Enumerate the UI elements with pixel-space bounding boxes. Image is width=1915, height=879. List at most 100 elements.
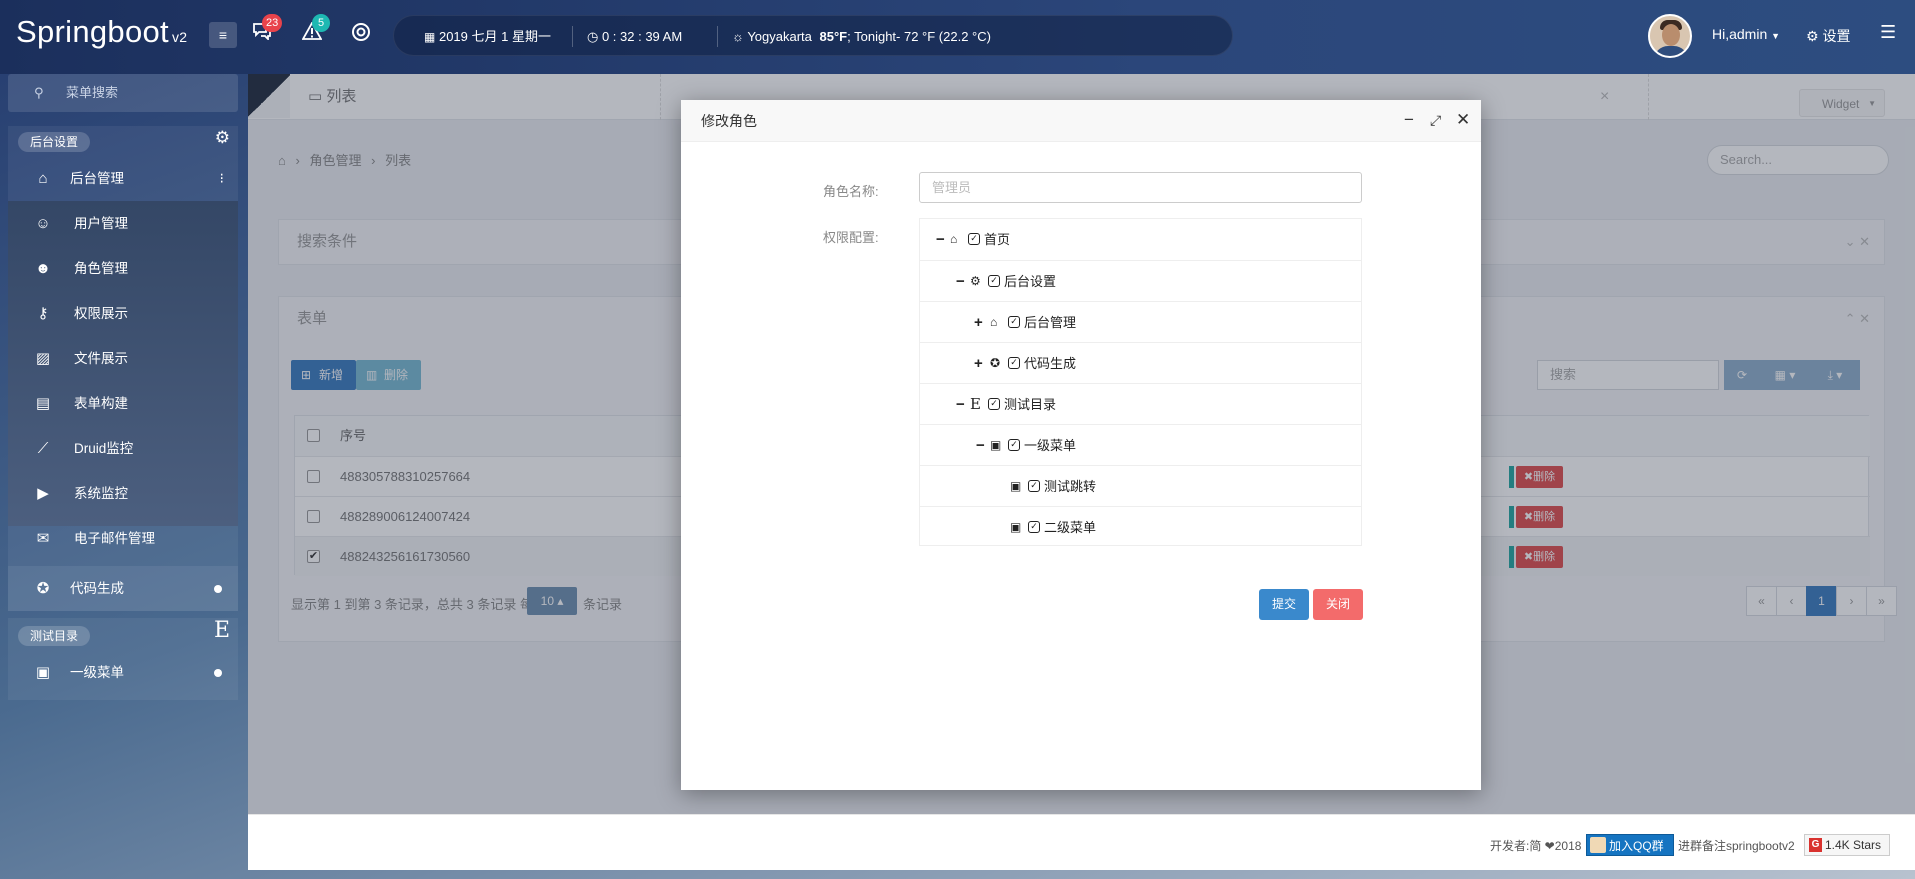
qq-label: 加入QQ群 xyxy=(1609,839,1664,853)
tree-node-test-dir[interactable]: − E ✓ 测试目录 xyxy=(920,383,1361,424)
stars-badge[interactable]: G 1.4K Stars xyxy=(1804,834,1890,856)
tree-node-level2-menu[interactable]: ▣ ✓ 二级菜单 xyxy=(920,506,1361,547)
sidebar-item-label: 后台管理 xyxy=(70,171,124,186)
sidebar-item-system-monitor[interactable]: ▶ 系统监控 xyxy=(8,471,238,516)
settings-link[interactable]: ⚙ 设置 xyxy=(1806,26,1850,46)
time-text: 0 : 32 : 39 AM xyxy=(601,29,683,44)
checkbox-checked-icon[interactable]: ✓ xyxy=(1028,480,1040,492)
sidebar-item-permissions[interactable]: ⚷ 权限展示 xyxy=(8,291,238,336)
time-display: ◷ 0 : 32 : 39 AM xyxy=(587,16,682,57)
user-menu[interactable]: Hi,admin ▼ xyxy=(1712,26,1780,42)
date-text: 2019 七月 1 星期一 xyxy=(438,29,551,44)
sidebar-search-placeholder: 菜单搜索 xyxy=(66,85,119,100)
developer-credit: 开发者:简 ❤2018 xyxy=(1490,839,1582,853)
calendar-icon: ▦ xyxy=(424,30,436,44)
tree-node-label: 后台设置 xyxy=(1004,274,1057,289)
sidebar-item-label: 系统监控 xyxy=(74,486,128,501)
role-name-input[interactable]: 管理员 xyxy=(919,172,1362,203)
brand-version: v2 xyxy=(171,29,188,45)
sidebar-group-test: 测试目录 E ▣ 一级菜单 xyxy=(8,618,238,700)
alerts-button[interactable]: 5 xyxy=(301,14,330,45)
sidebar-item-label: 用户管理 xyxy=(74,216,128,231)
rebel-icon: ✪ xyxy=(990,356,1001,370)
expand-icon[interactable]: + xyxy=(974,343,983,384)
tree-node-label: 测试目录 xyxy=(1004,397,1057,412)
tree-node-test-jump[interactable]: ▣ ✓ 测试跳转 xyxy=(920,465,1361,506)
maximize-icon[interactable]: ⤢ xyxy=(1430,112,1441,129)
submit-button[interactable]: 提交 xyxy=(1259,589,1309,620)
sidebar-group-label: 后台设置 xyxy=(18,132,91,152)
tree-node-level1-menu[interactable]: − ▣ ✓ 一级菜单 xyxy=(920,424,1361,465)
tree-node-label: 二级菜单 xyxy=(1044,520,1097,535)
gear-icon[interactable]: ⚙ xyxy=(215,128,230,148)
sidebar-item-users[interactable]: ☺ 用户管理 xyxy=(8,201,238,246)
menu-toggle-button[interactable]: ≡ xyxy=(209,22,237,48)
checkbox-checked-icon[interactable]: ✓ xyxy=(1008,439,1020,451)
weather-city: Yogyakarta xyxy=(747,29,812,44)
sidebar-item-email[interactable]: ✉ 电子邮件管理 xyxy=(8,516,238,561)
collapse-icon[interactable]: − xyxy=(976,425,985,466)
sidebar-item-form-builder[interactable]: ▤ 表单构建 xyxy=(8,381,238,426)
lifebuoy-icon xyxy=(351,23,371,46)
contact-icon: ▣ xyxy=(1010,479,1022,493)
avatar[interactable] xyxy=(1648,14,1692,58)
checkbox-checked-icon[interactable]: ✓ xyxy=(1008,357,1020,369)
sidebar-right-toggle[interactable]: ☰ xyxy=(1880,22,1896,43)
list-plus-icon: ☰ xyxy=(1880,22,1897,42)
list-icon: ▤ xyxy=(35,395,51,412)
sidebar-search[interactable]: ⚲ 菜单搜索 xyxy=(8,74,238,112)
sidebar-item-druid[interactable]: ⟋ Druid监控 xyxy=(8,426,238,471)
sidebar-item-level1-menu[interactable]: ▣ 一级菜单 xyxy=(8,650,238,695)
collapse-icon[interactable]: − xyxy=(956,261,965,302)
notifications-button[interactable]: 23 xyxy=(252,14,283,45)
checkbox-checked-icon[interactable]: ✓ xyxy=(988,398,1000,410)
gear-icon: ⚙ xyxy=(970,274,981,288)
join-qq-button[interactable]: 加入QQ群 xyxy=(1586,834,1674,856)
alerts-count-badge: 5 xyxy=(312,14,330,32)
expand-icon[interactable]: + xyxy=(974,302,983,343)
sidebar-item-codegen[interactable]: ✪ 代码生成 xyxy=(8,566,238,611)
checkbox-checked-icon[interactable]: ✓ xyxy=(1008,316,1020,328)
close-icon[interactable]: ✕ xyxy=(1456,110,1470,130)
key-icon: ⚷ xyxy=(37,305,49,322)
sidebar-group-label: 测试目录 xyxy=(18,626,91,646)
checkbox-checked-icon[interactable]: ✓ xyxy=(968,233,980,245)
users-icon: ☻ xyxy=(35,260,51,277)
stars-label: 1.4K Stars xyxy=(1825,838,1882,852)
brand-logo[interactable]: Springboot v2 xyxy=(16,14,187,50)
e-icon[interactable]: E xyxy=(214,618,230,643)
close-button[interactable]: 关闭 xyxy=(1313,589,1363,620)
sidebar-item-admin-manage[interactable]: ⌂ 后台管理 ⁝ xyxy=(8,156,238,201)
tree-node-codegen[interactable]: + ✪ ✓ 代码生成 xyxy=(920,342,1361,383)
user-greeting: Hi,admin xyxy=(1712,26,1768,42)
sidebar-item-label: 一级菜单 xyxy=(70,665,124,680)
collapse-icon[interactable]: − xyxy=(956,384,965,425)
home-icon: ⌂ xyxy=(950,232,958,246)
mail-icon: ✉ xyxy=(36,530,50,547)
help-button[interactable] xyxy=(351,22,371,47)
tree-node-admin-settings[interactable]: − ⚙ ✓ 后台设置 xyxy=(920,260,1361,301)
permission-label: 权限配置: xyxy=(823,230,879,245)
sidebar-item-label: 代码生成 xyxy=(70,581,124,596)
checkbox-checked-icon[interactable]: ✓ xyxy=(988,275,1000,287)
brand-name: Springboot xyxy=(16,14,169,49)
sidebar-item-label: 电子邮件管理 xyxy=(74,531,155,546)
tree-node-label: 后台管理 xyxy=(1024,315,1077,330)
minimize-icon[interactable]: − xyxy=(1404,110,1414,130)
collapse-icon[interactable]: − xyxy=(936,219,945,260)
tree-node-label: 首页 xyxy=(984,232,1011,247)
checkbox-checked-icon[interactable]: ✓ xyxy=(1028,521,1040,533)
top-bar: Springboot v2 ≡ 23 5 ▦ 2019 七月 1 星期一 ◷ 0 … xyxy=(0,0,1915,74)
home-icon: ⌂ xyxy=(990,315,998,329)
chart-line-icon: ⟋ xyxy=(37,440,49,457)
tree-node-admin-manage[interactable]: + ⌂ ✓ 后台管理 xyxy=(920,301,1361,342)
tree-node-home[interactable]: − ⌂ ✓ 首页 xyxy=(920,219,1361,260)
sidebar-item-roles[interactable]: ☻ 角色管理 xyxy=(8,246,238,291)
sidebar-item-files[interactable]: ▨ 文件展示 xyxy=(8,336,238,381)
home-icon: ⌂ xyxy=(38,170,48,187)
avatar-body xyxy=(1654,46,1688,56)
rebel-icon: ✪ xyxy=(36,580,50,597)
hamburger-icon: ≡ xyxy=(218,27,228,43)
gear-icon: ⚙ xyxy=(1806,28,1819,44)
role-name-label: 角色名称: xyxy=(823,184,879,199)
